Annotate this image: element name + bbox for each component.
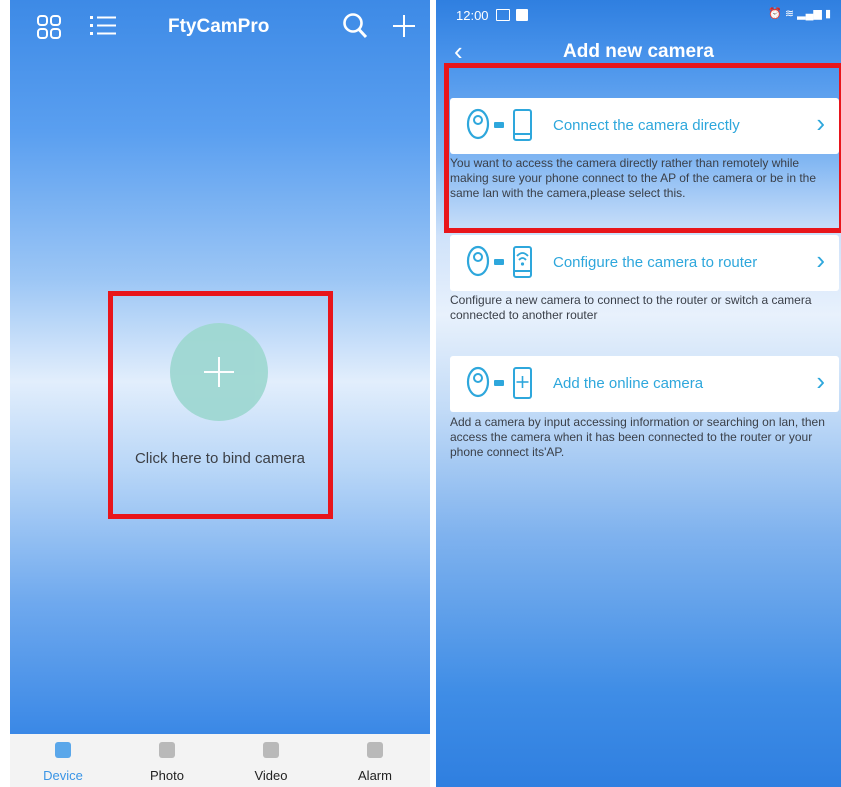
battery-icon: ▮ (824, 8, 831, 20)
tab-alarm[interactable]: Alarm (336, 734, 416, 787)
image-notification-icon (496, 9, 510, 21)
wifi-icon: ≋ (784, 8, 795, 20)
photo-icon (159, 742, 175, 758)
option-label: Configure the camera to router (553, 254, 758, 271)
chevron-right-icon: › (816, 366, 825, 396)
video-icon (263, 742, 279, 758)
device-icon (55, 742, 71, 758)
app-notification-icon (516, 9, 528, 21)
tab-video[interactable]: Video (232, 734, 312, 787)
list-view-icon[interactable] (90, 14, 116, 38)
option-description: Configure a new camera to connect to the… (450, 293, 812, 322)
camera-add-icon (466, 366, 532, 399)
tab-label: Device (43, 768, 83, 783)
option-description: Add a camera by input accessing informat… (450, 415, 825, 459)
option-configure-router[interactable]: Configure the camera to router › (450, 235, 839, 291)
option-label: Add the online camera (553, 375, 704, 392)
signal-icon: ▂▄▆ (797, 8, 822, 20)
status-time: 12:00 (456, 8, 489, 23)
tab-label: Photo (150, 768, 184, 783)
camera-wifi-icon (466, 245, 532, 278)
tab-label: Video (254, 768, 288, 783)
alarm-clock-icon: ⏰ (768, 8, 782, 20)
tab-device[interactable]: Device (24, 734, 104, 787)
page-title: Add new camera (563, 41, 714, 62)
tab-label: Alarm (358, 768, 392, 783)
right-screen: 12:00 ⏰ ≋ ▂▄▆ ▮ ‹ Add new camera Connect… (436, 0, 841, 787)
tab-photo[interactable]: Photo (128, 734, 208, 787)
app-title: FtyCamPro (168, 16, 270, 37)
tab-bar: Device Photo Video Alarm (10, 734, 430, 787)
add-icon[interactable] (392, 14, 416, 38)
chevron-right-icon: › (816, 245, 825, 275)
highlight-box (108, 291, 333, 519)
search-icon[interactable] (342, 12, 368, 40)
highlight-box (444, 63, 841, 233)
status-icons: ⏰ ≋ ▂▄▆ ▮ (768, 7, 831, 20)
left-screen: FtyCamPro Click here to bind camera Devi… (10, 0, 430, 787)
alarm-icon (367, 742, 383, 758)
grid-view-icon[interactable] (36, 14, 62, 40)
option-add-online[interactable]: Add the online camera › (450, 356, 839, 412)
